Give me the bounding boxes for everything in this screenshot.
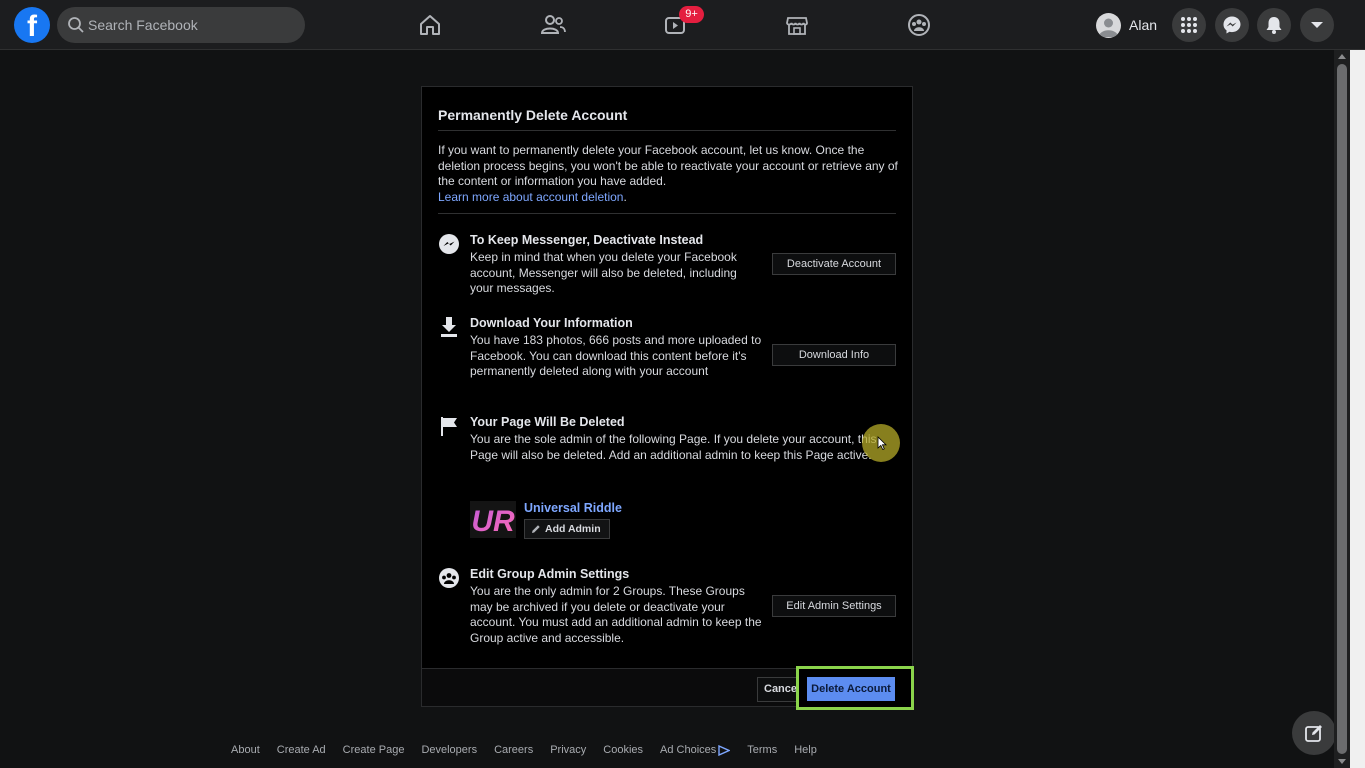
learn-more-link[interactable]: Learn more about account deletion xyxy=(438,190,623,204)
footer-link-cookies[interactable]: Cookies xyxy=(603,744,643,756)
section-body: You have 183 photos, 666 posts and more … xyxy=(470,333,762,379)
dialog-title: Permanently Delete Account xyxy=(438,107,628,123)
page-name-link[interactable]: Universal Riddle xyxy=(524,501,622,515)
marketplace-icon[interactable] xyxy=(782,10,812,40)
scroll-down-arrow[interactable] xyxy=(1338,759,1346,764)
scroll-up-arrow[interactable] xyxy=(1338,54,1346,59)
footer-link-developers[interactable]: Developers xyxy=(421,744,477,756)
new-message-button[interactable] xyxy=(1292,711,1336,755)
top-navigation-bar: f 9+ Alan xyxy=(0,0,1365,50)
account-menu-button[interactable] xyxy=(1300,8,1334,42)
section-title: To Keep Messenger, Deactivate Instead xyxy=(470,233,704,247)
pencil-icon xyxy=(532,525,540,533)
divider xyxy=(438,213,896,214)
groups-icon xyxy=(439,568,459,588)
compose-icon xyxy=(1305,725,1322,742)
page-scrollbar[interactable] xyxy=(1334,50,1350,768)
download-info-button[interactable]: Download Info xyxy=(772,344,896,366)
page-logo-text: UR xyxy=(471,505,515,538)
dialog-footer: Cancel Delete Account xyxy=(422,666,914,710)
scrollbar-thumb[interactable] xyxy=(1337,64,1347,754)
section-body: Keep in mind that when you delete your F… xyxy=(470,250,737,296)
section-body: You are the sole admin of the following … xyxy=(470,432,877,462)
section-title: Your Page Will Be Deleted xyxy=(470,415,625,429)
section-title: Download Your Information xyxy=(470,316,633,330)
window-edge xyxy=(1350,50,1365,768)
facebook-logo[interactable]: f xyxy=(14,7,50,43)
footer-link-privacy[interactable]: Privacy xyxy=(550,744,586,756)
search-box[interactable] xyxy=(57,7,305,43)
page-logo[interactable]: UR xyxy=(470,501,516,538)
bell-icon xyxy=(1266,17,1282,34)
footer-link-create-ad[interactable]: Create Ad xyxy=(277,744,326,756)
search-icon xyxy=(68,17,84,33)
delete-account-button[interactable]: Delete Account xyxy=(807,677,895,701)
profile-shortcut[interactable]: Alan xyxy=(1096,11,1157,39)
section-title: Edit Group Admin Settings xyxy=(470,567,630,581)
footer-link-help[interactable]: Help xyxy=(794,744,817,756)
avatar xyxy=(1096,12,1121,38)
footer-links: About Create Ad Create Page Developers C… xyxy=(231,742,817,758)
friends-icon[interactable] xyxy=(538,10,568,40)
watch-notification-badge: 9+ xyxy=(679,6,704,23)
add-admin-label: Add Admin xyxy=(545,523,601,535)
page-item: UR Universal Riddle Add Admin xyxy=(470,501,770,541)
footer-link-ad-choices[interactable]: Ad Choices xyxy=(660,744,731,756)
menu-grid-button[interactable] xyxy=(1172,8,1206,42)
messenger-icon xyxy=(439,234,459,254)
ad-choices-icon xyxy=(718,744,731,756)
mouse-cursor-icon xyxy=(877,436,887,450)
intro-text: If you want to permanently delete your F… xyxy=(438,143,898,205)
flag-icon xyxy=(441,417,457,436)
footer-link-terms[interactable]: Terms xyxy=(747,744,777,756)
profile-name: Alan xyxy=(1129,17,1158,33)
delete-button-highlight: Delete Account xyxy=(796,666,914,710)
section-body: You are the only admin for 2 Groups. The… xyxy=(470,584,762,645)
cancel-button[interactable]: Cancel xyxy=(757,677,801,702)
search-input[interactable] xyxy=(88,7,298,43)
footer-link-about[interactable]: About xyxy=(231,744,260,756)
footer-link-careers[interactable]: Careers xyxy=(494,744,533,756)
ad-choices-label: Ad Choices xyxy=(660,744,717,756)
intro-paragraph: If you want to permanently delete your F… xyxy=(438,143,898,188)
intro-link-suffix: . xyxy=(623,189,627,204)
chevron-down-icon xyxy=(1311,22,1323,28)
deactivate-account-button[interactable]: Deactivate Account xyxy=(772,253,896,275)
home-icon[interactable] xyxy=(415,10,445,40)
grid-icon xyxy=(1181,17,1197,33)
edit-admin-settings-button[interactable]: Edit Admin Settings xyxy=(772,595,896,617)
add-admin-button[interactable]: Add Admin xyxy=(524,519,610,539)
download-icon xyxy=(441,317,457,337)
notifications-button[interactable] xyxy=(1257,8,1291,42)
groups-icon[interactable] xyxy=(904,10,934,40)
divider xyxy=(438,130,896,131)
footer-link-create-page[interactable]: Create Page xyxy=(343,744,405,756)
messenger-icon xyxy=(1223,16,1241,34)
delete-account-dialog: Permanently Delete Account If you want t… xyxy=(421,86,914,710)
messenger-button[interactable] xyxy=(1215,8,1249,42)
